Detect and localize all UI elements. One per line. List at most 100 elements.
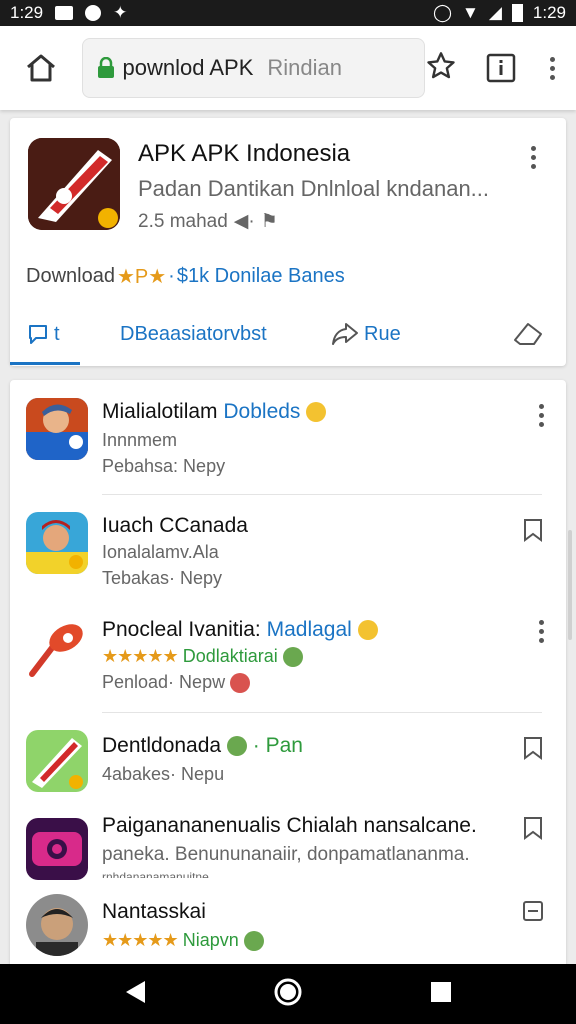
download-badge: ★P★ [116,266,167,288]
featured-app-meta: 2.5 mahad ◀· ⚑ [138,210,278,233]
download-separator: · [168,265,175,287]
list-item-title-accent: · Pan [252,734,303,757]
list-item-meta: Tebakas· Nepy [102,568,223,588]
list-item-rating-line: ★★★★★ Niapvn [102,930,264,952]
bookmark-icon [524,817,542,840]
action-comment-button[interactable]: t [26,322,60,346]
overflow-menu-button[interactable] [542,56,562,80]
list-item-title: Iuach CCanada [102,514,248,537]
active-tab-indicator [10,362,80,365]
list-item-more-button[interactable] [539,404,544,427]
more-vert-icon [531,146,536,169]
download-link[interactable]: $1k Donilae Banes [177,265,345,288]
list-item-title-text: Pnocleal Ivanitia: [102,618,261,641]
star-rating: ★★★★★ [102,646,179,666]
download-label: Download [26,265,115,287]
back-triangle-icon [126,980,145,1003]
list-item[interactable]: Mialialotilam Dobleds Innnmem Pebahsa: N… [10,394,566,484]
status-bar: 1:29 ✦ ◯ ▼ ◢ 1:29 [0,0,576,26]
featured-more-button[interactable] [531,146,536,169]
action-details-button[interactable]: DBeaasiatorvbst [120,323,267,346]
bookmark-icon [524,519,542,542]
app-icon [26,818,88,880]
app-icon [26,894,88,956]
app-icon [26,398,88,460]
lock-icon [97,57,114,78]
url-bar[interactable]: pownlod APK Rindian [81,38,425,98]
featured-actions-row: t DBeaasiatorvbst Rue [10,308,566,360]
list-divider [102,712,542,713]
list-item[interactable]: Pnocleal Ivanitia: Madlagal ★★★★★ Dodlak… [10,614,566,704]
list-item[interactable]: Dentldonada · Pan 4abakes· Nepu [10,730,566,810]
minus-box-icon [523,901,543,921]
list-item-title-text: Mialialotilam [102,400,218,423]
smile-emoji-icon [306,402,327,423]
tag-icon [514,323,542,345]
featured-app-icon [28,138,120,230]
info-icon [487,53,516,83]
list-item-title: Paiganananenualis Chialah nansalcane. [102,814,477,837]
action-share-label: Rue [364,322,401,345]
list-item-more-button[interactable] [539,620,544,643]
list-item[interactable]: Nantasskai ★★★★★ Niapvn [10,890,566,966]
featured-app-card[interactable]: APK APK Indonesia Padan Dantikan Dnlnloa… [10,118,566,366]
list-item[interactable]: Paiganananenualis Chialah nansalcane. pa… [10,814,566,894]
list-item-rating-line: ★★★★★ Dodlaktiarai [102,646,303,668]
app-icon [26,618,88,680]
list-item-title: Dentldonada · Pan [102,734,303,758]
emoji-icon [230,673,251,694]
nav-back-button[interactable] [123,979,147,1010]
featured-download-line: Download ★P★ · $1k Donilae Banes [26,264,345,289]
list-divider [102,494,542,495]
system-nav-bar [0,964,576,1024]
star-icon [426,51,455,78]
status-time-left: 1:29 [10,3,44,22]
sparkle-icon: ✦ [113,3,128,22]
volume-icon: ◀· [233,211,255,232]
list-item-expand-button[interactable] [522,900,544,927]
list-item-title-accent: Dobleds [223,400,301,423]
comment-icon [29,325,47,344]
bookmark-star-button[interactable] [425,50,457,87]
star-rating: ★★★★★ [102,930,179,950]
list-item-meta: Pebahsa: Nepy [102,456,226,476]
action-comment-label: t [54,322,60,345]
emoji-icon [357,620,378,641]
app-list-card: Mialialotilam Dobleds Innnmem Pebahsa: N… [10,380,566,970]
list-item-bookmark-button[interactable] [522,518,544,547]
list-item-subtitle: Dodlaktiarai [182,646,278,666]
browser-toolbar: pownlod APK Rindian [0,26,576,110]
list-item-subtitle: Innnmem [102,430,178,450]
info-button[interactable] [479,45,525,91]
list-item-title: Mialialotilam Dobleds [102,400,327,424]
list-item[interactable]: Iuach CCanada Ionalalamv.Ala Tebakas· Ne… [10,508,566,598]
action-details-label: DBeaasiatorvbst [120,322,267,345]
list-item-meta-line: Penload· Nepw [102,672,251,694]
list-item-bookmark-button[interactable] [522,816,544,845]
action-tag-button[interactable] [512,320,544,348]
more-vert-icon [539,404,544,427]
app-icon [26,512,88,574]
app-icon [26,730,88,792]
action-share-button[interactable]: Rue [330,321,401,347]
nav-recents-button[interactable] [429,980,453,1009]
home-circle-icon [274,978,302,1005]
list-item-subtitle: Niapvn [182,930,239,950]
share-arrow-icon [332,323,358,345]
list-item-bookmark-button[interactable] [522,736,544,765]
scrollbar-thumb[interactable] [568,530,572,640]
notification-icon [85,5,102,21]
featured-app-size: 2.5 mahad [138,210,228,232]
list-item-meta: rnhdananamanuitne [102,870,209,878]
list-item-title: Nantasskai [102,900,206,923]
list-item-title-accent: Madlagal [266,618,352,641]
list-item-meta: 4abakes· Nepu [102,764,225,784]
list-item-meta: Penload· Nepw [102,672,226,692]
home-button[interactable] [14,41,68,95]
emoji-icon [226,736,247,757]
emoji-icon [282,647,303,668]
nav-home-button[interactable] [273,977,303,1012]
signal-icon: ◢ [488,3,502,22]
overflow-menu-icon [549,56,555,80]
thumbs-up-icon: ⚑ [260,211,278,232]
